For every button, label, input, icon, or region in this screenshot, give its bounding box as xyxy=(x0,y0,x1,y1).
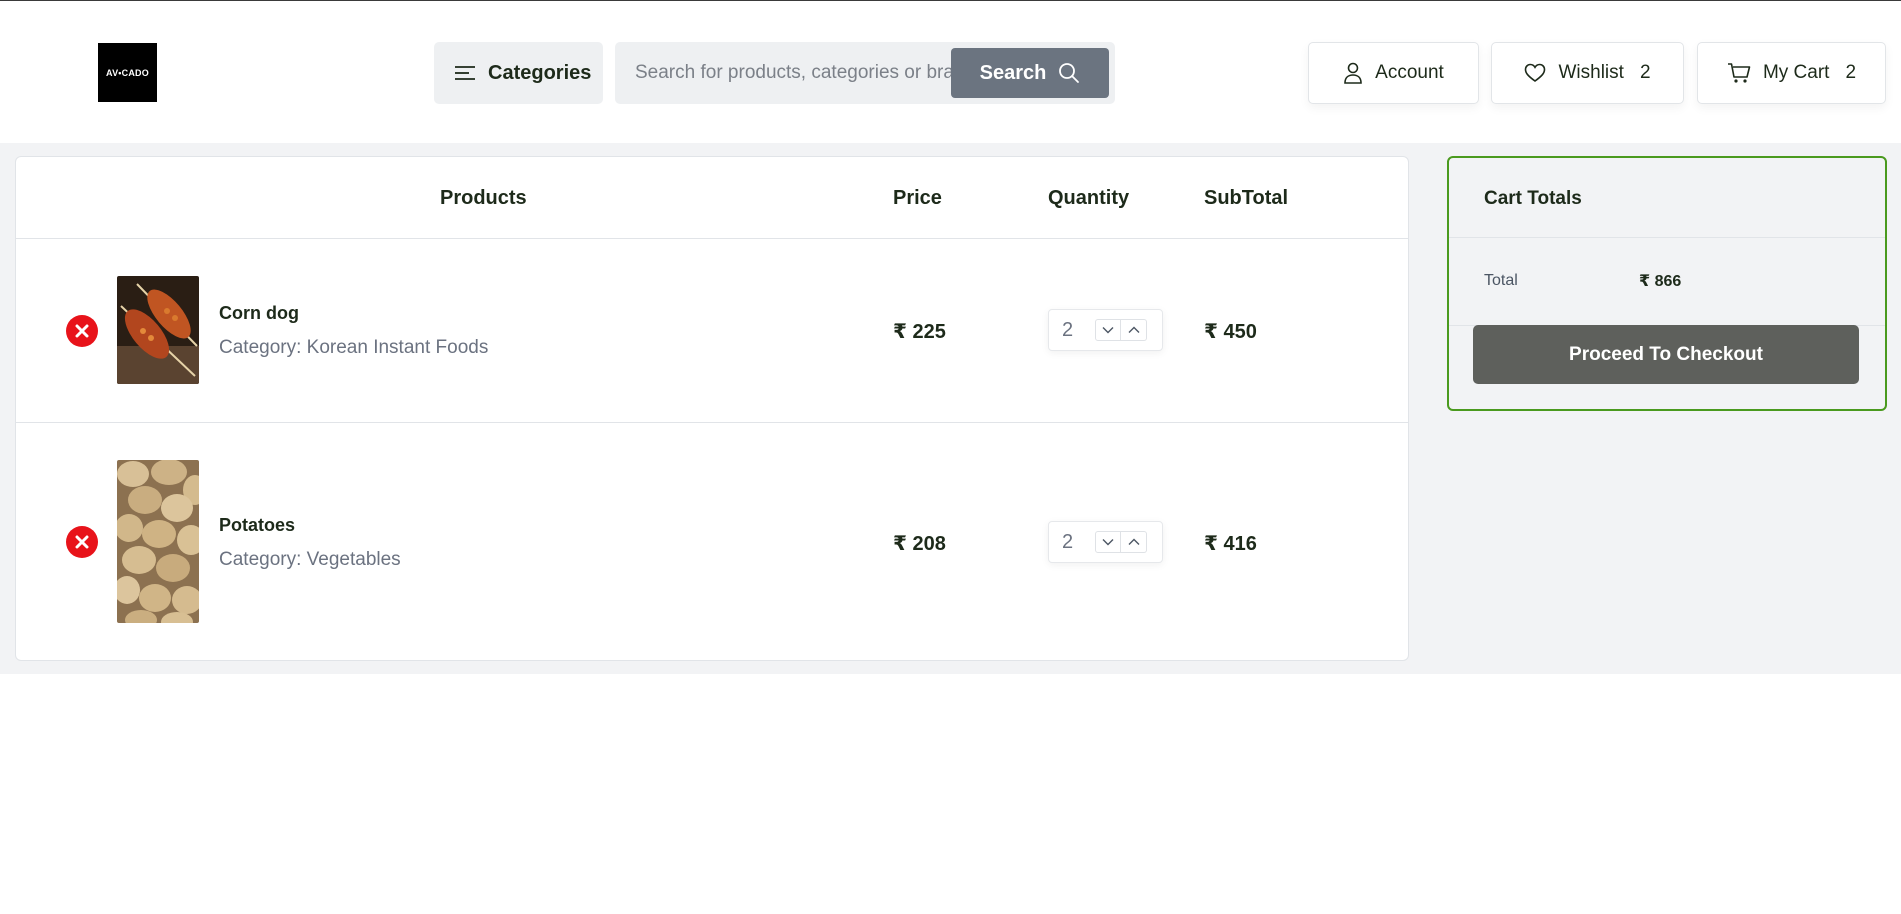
cart-icon xyxy=(1727,63,1751,83)
quantity-value[interactable]: 2 xyxy=(1062,531,1073,554)
wishlist-button[interactable]: Wishlist 2 xyxy=(1491,42,1684,104)
column-header-products: Products xyxy=(440,187,527,209)
close-icon xyxy=(75,324,89,338)
product-subtotal: ₹ 450 xyxy=(1204,321,1257,343)
total-value: ₹ 866 xyxy=(1639,273,1682,290)
wishlist-count: 2 xyxy=(1639,62,1651,83)
proceed-to-checkout-button[interactable]: Proceed To Checkout xyxy=(1473,325,1859,384)
column-header-price: Price xyxy=(893,187,942,209)
product-price: ₹ 225 xyxy=(893,321,946,343)
chevron-up-icon xyxy=(1128,538,1139,545)
categories-label: Categories xyxy=(488,61,592,84)
product-category: Category: Vegetables xyxy=(219,549,401,570)
quantity-increase-button[interactable] xyxy=(1121,319,1147,341)
chevron-down-icon xyxy=(1102,327,1114,334)
account-button[interactable]: Account xyxy=(1308,42,1479,104)
chevron-down-icon xyxy=(1102,539,1114,546)
corn-dog-image[interactable] xyxy=(117,276,199,384)
search-button-label: Search xyxy=(979,61,1047,84)
product-name[interactable]: Corn dog xyxy=(219,303,299,324)
cart-totals-header: Cart Totals xyxy=(1449,158,1885,238)
quantity-stepper[interactable]: 2 xyxy=(1048,309,1163,351)
menu-icon xyxy=(455,66,475,80)
account-label: Account xyxy=(1375,62,1444,83)
quantity-decrease-button[interactable] xyxy=(1095,531,1121,553)
cart-totals-title: Cart Totals xyxy=(1484,188,1582,209)
heart-icon xyxy=(1525,63,1546,82)
column-header-quantity: Quantity xyxy=(1048,187,1130,209)
search-button[interactable]: Search xyxy=(951,48,1109,98)
quantity-increase-button[interactable] xyxy=(1121,531,1147,553)
cart-totals-panel: Cart Totals Total ₹ 866 Proceed To Check… xyxy=(1447,156,1887,411)
quantity-value[interactable]: 2 xyxy=(1062,319,1073,342)
cart-button[interactable]: My Cart 2 xyxy=(1697,42,1886,104)
search-icon xyxy=(1059,63,1080,83)
cart-label: My Cart xyxy=(1762,62,1830,83)
quantity-stepper[interactable]: 2 xyxy=(1048,521,1163,563)
product-category: Category: Korean Instant Foods xyxy=(219,337,489,358)
cart-table: Products Price Quantity SubTotal Corn do… xyxy=(15,156,1409,661)
close-icon xyxy=(75,535,89,549)
table-row: Corn dog Category: Korean Instant Foods … xyxy=(16,239,1408,423)
table-row: Potatoes Category: Vegetables ₹ 208 2 ₹ … xyxy=(16,423,1408,661)
search-bar: Search xyxy=(615,42,1115,104)
column-header-subtotal: SubTotal xyxy=(1204,187,1289,209)
brand-logo[interactable]: AV•CADO xyxy=(98,43,157,102)
remove-item-button[interactable] xyxy=(66,526,98,558)
total-label: Total xyxy=(1484,272,1518,289)
search-input[interactable] xyxy=(615,42,955,104)
total-row: Total ₹ 866 xyxy=(1449,238,1885,326)
wishlist-label: Wishlist xyxy=(1558,62,1624,83)
product-name[interactable]: Potatoes xyxy=(219,515,295,536)
product-price: ₹ 208 xyxy=(893,533,946,555)
quantity-decrease-button[interactable] xyxy=(1095,319,1121,341)
chevron-up-icon xyxy=(1128,326,1139,333)
potatoes-image[interactable] xyxy=(117,460,199,623)
cart-count: 2 xyxy=(1845,62,1857,83)
remove-item-button[interactable] xyxy=(66,315,98,347)
user-icon xyxy=(1344,62,1362,84)
product-subtotal: ₹ 416 xyxy=(1204,533,1257,555)
site-header: AV•CADO Categories Search Account Wish xyxy=(0,1,1901,143)
table-header: Products Price Quantity SubTotal xyxy=(16,157,1408,239)
categories-button[interactable]: Categories xyxy=(434,42,603,104)
